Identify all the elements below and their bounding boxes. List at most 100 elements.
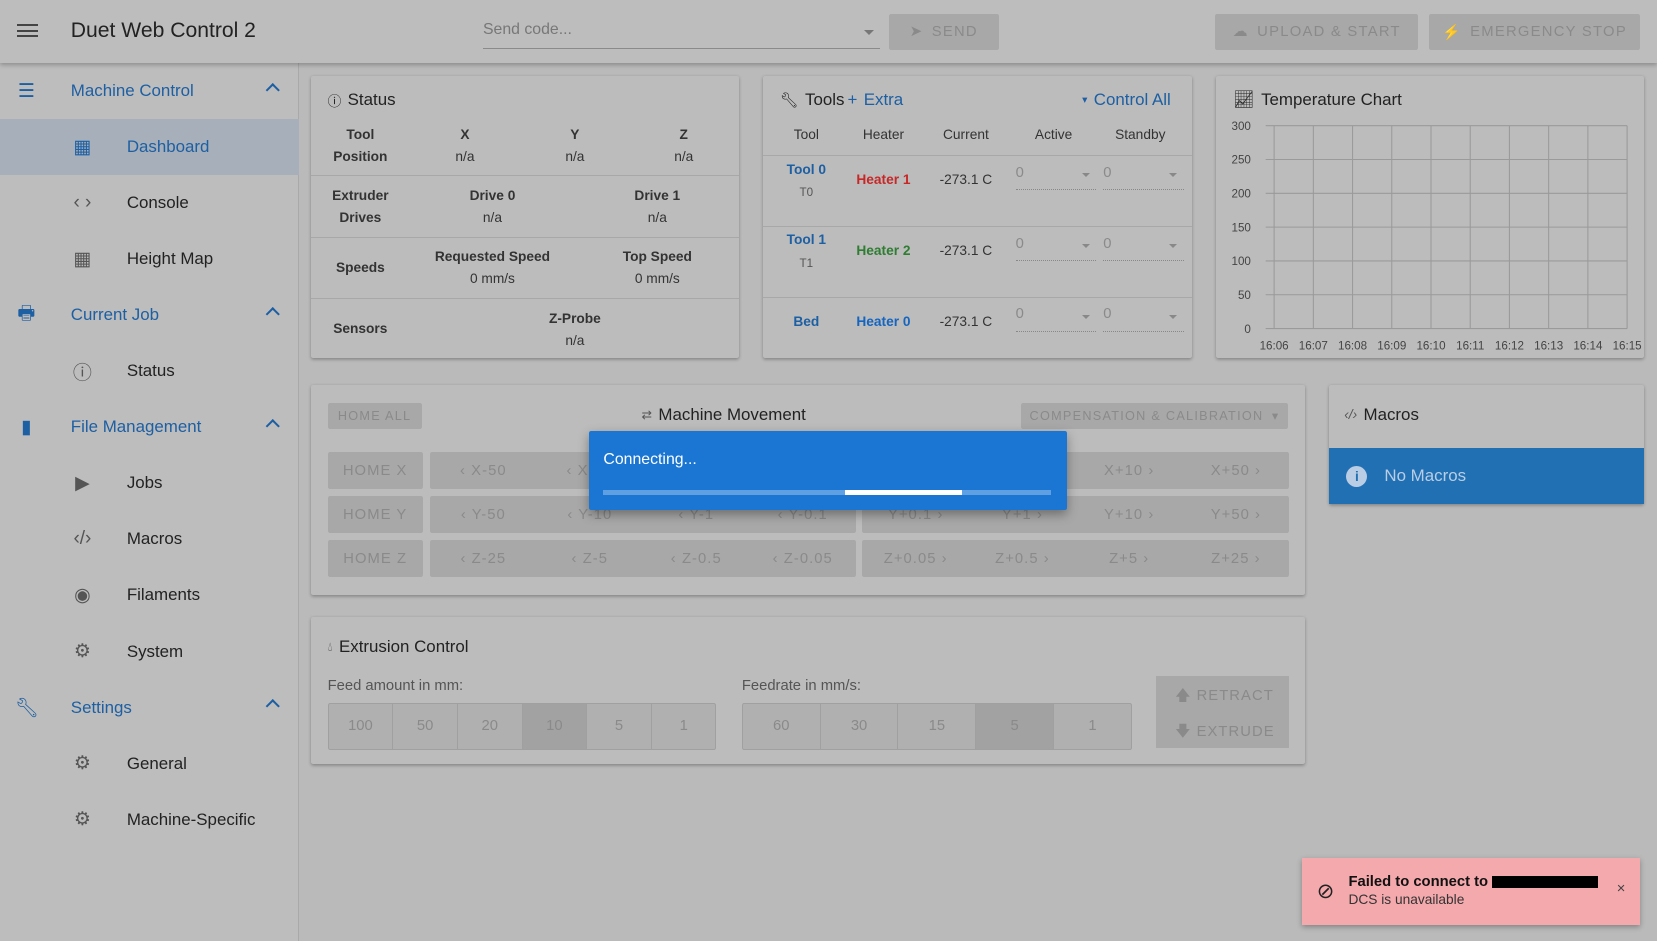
x-tick-label: 16:07 bbox=[1299, 340, 1328, 353]
move-button[interactable]: ‹ Z-0.05 bbox=[750, 551, 856, 567]
heater-name[interactable]: Heater 0 bbox=[841, 311, 926, 333]
sidebar-item-filaments[interactable]: ◉ Filaments bbox=[0, 567, 299, 623]
move-button[interactable]: Z+25 › bbox=[1183, 551, 1290, 567]
move-button[interactable]: Y+10 › bbox=[1076, 507, 1183, 523]
active-temp-select[interactable]: 0 bbox=[1015, 306, 1096, 332]
compensation-calibration-button[interactable]: COMPENSATION & CALIBRATION ▾ bbox=[1020, 402, 1289, 430]
emergency-stop-button[interactable]: ⚡ EMERGENCY STOP bbox=[1428, 13, 1641, 50]
tool-name[interactable]: Tool 0 T0 bbox=[764, 159, 849, 204]
standby-temp-select[interactable]: 0 bbox=[1103, 306, 1184, 332]
move-button[interactable]: Z+0.05 › bbox=[862, 551, 969, 567]
move-button[interactable]: Y+50 › bbox=[1183, 507, 1290, 523]
tools-title: Tools bbox=[805, 89, 845, 109]
move-button[interactable]: ‹ Z-5 bbox=[537, 551, 643, 567]
sidebar-item-macros[interactable]: ‹/› Macros bbox=[0, 511, 299, 567]
feed-option[interactable]: 50 bbox=[393, 703, 458, 750]
speeds-label: Speeds bbox=[335, 259, 385, 275]
arrow-up-icon: 🡅 bbox=[1175, 687, 1192, 704]
code-input[interactable]: Send code... bbox=[482, 15, 881, 49]
home-axis-button[interactable]: HOME X bbox=[327, 452, 423, 490]
extra-tab[interactable]: + Extra bbox=[848, 90, 904, 110]
standby-temp-select[interactable]: 0 bbox=[1103, 236, 1184, 261]
sidebar-item-label: Height Map bbox=[126, 249, 214, 269]
no-macros-alert: i No Macros bbox=[1329, 448, 1645, 505]
sidebar-group-0[interactable]: ☰ Machine Control bbox=[0, 63, 299, 119]
control-all-button[interactable]: ▾ Control All bbox=[1082, 90, 1171, 110]
rate-option[interactable]: 15 bbox=[898, 703, 977, 750]
code-icon: ‹ › bbox=[73, 192, 92, 214]
sidebar-item-dashboard[interactable]: ▦ Dashboard bbox=[0, 119, 300, 176]
move-button[interactable]: Z+0.5 › bbox=[969, 551, 1076, 567]
rate-option[interactable]: 5 bbox=[976, 703, 1055, 750]
zprobe-label: Z-Probe bbox=[548, 310, 601, 326]
tune-icon: ☰ bbox=[17, 80, 35, 102]
chevron-down-icon[interactable] bbox=[863, 29, 874, 40]
sidebar-item-jobs[interactable]: ▶ Jobs bbox=[0, 455, 299, 511]
rate-option[interactable]: 1 bbox=[1054, 704, 1131, 750]
heater-name[interactable]: Heater 1 bbox=[841, 169, 926, 191]
sidebar-item-label: Macros bbox=[126, 529, 183, 549]
sidebar-group-label: File Management bbox=[70, 417, 202, 437]
active-temp-select[interactable]: 0 bbox=[1015, 165, 1096, 191]
tool-name[interactable]: Bed bbox=[764, 311, 849, 333]
x-tick-label: 16:06 bbox=[1260, 340, 1289, 353]
extra-label: Extra bbox=[863, 89, 904, 109]
tool-sub: T1 bbox=[799, 256, 814, 270]
close-icon[interactable]: × bbox=[1617, 881, 1626, 897]
standby-temp-select[interactable]: 0 bbox=[1103, 165, 1184, 191]
x-tick-label: 16:10 bbox=[1417, 340, 1446, 353]
move-button[interactable]: ‹ Y-50 bbox=[430, 507, 536, 523]
extrude-button[interactable]: 🡇 EXTRUDE bbox=[1175, 721, 1274, 746]
tool-name[interactable]: Tool 1 T1 bbox=[764, 229, 849, 274]
feed-option[interactable]: 5 bbox=[587, 703, 652, 750]
gear-icon: ⚙ bbox=[73, 641, 91, 662]
active-temp-select[interactable]: 0 bbox=[1015, 236, 1096, 261]
move-button[interactable]: ‹ Z-25 bbox=[430, 551, 536, 567]
rate-option[interactable]: 60 bbox=[743, 703, 821, 750]
sidebar-item-label: Jobs bbox=[126, 473, 163, 493]
sidebar-item-general[interactable]: ⚙ General bbox=[0, 736, 299, 792]
grid-icon: ▦ bbox=[73, 248, 92, 270]
sidebar-item-system[interactable]: ⚙ System bbox=[0, 624, 299, 680]
sidebar-item-label: Machine-Specific bbox=[126, 809, 256, 829]
home-all-button[interactable]: HOME ALL bbox=[327, 402, 422, 430]
home-axis-button[interactable]: HOME Y bbox=[327, 496, 423, 534]
top-speed-label: Top Speed bbox=[622, 249, 692, 265]
move-button[interactable]: Z+5 › bbox=[1076, 551, 1183, 567]
x-tick-label: 16:15 bbox=[1613, 340, 1642, 353]
feed-option[interactable]: 1 bbox=[652, 704, 716, 750]
sidebar-group-1[interactable]: 🖶 Current Job bbox=[0, 287, 299, 343]
move-button[interactable]: ‹ Z-0.5 bbox=[643, 551, 749, 567]
feed-option[interactable]: 10 bbox=[522, 703, 588, 750]
macro-icon: ‹/› bbox=[73, 528, 92, 550]
redacted-address bbox=[1492, 876, 1598, 888]
feed-option[interactable]: 20 bbox=[458, 703, 523, 750]
move-button[interactable]: ‹ X-50 bbox=[430, 463, 536, 479]
sidebar-item-height-map[interactable]: ▦ Height Map bbox=[0, 231, 299, 287]
sidebar-item-machine-specific[interactable]: ⚙ Machine-Specific bbox=[0, 792, 299, 848]
move-button[interactable]: X+10 › bbox=[1076, 463, 1183, 479]
extrusion-title: Extrusion Control bbox=[339, 637, 469, 657]
gear-icon: ⚙ bbox=[73, 753, 91, 775]
move-button[interactable]: X+50 › bbox=[1183, 463, 1290, 479]
connecting-dialog: Connecting... bbox=[588, 431, 1068, 511]
sidebar-group-3[interactable]: 🔧︎ Settings bbox=[0, 680, 299, 736]
sidebar-item-status[interactable]: ⓘ Status bbox=[0, 343, 299, 399]
menu-icon[interactable] bbox=[16, 21, 39, 38]
send-button[interactable]: ➤ SEND bbox=[888, 13, 999, 50]
flash-icon: ⚡ bbox=[1441, 24, 1462, 41]
sidebar-item-console[interactable]: ‹ › Console bbox=[0, 175, 299, 231]
feed-option[interactable]: 100 bbox=[329, 703, 394, 750]
sidebar-group-2[interactable]: ▮ File Management bbox=[0, 399, 299, 455]
home-axis-button[interactable]: HOME Z bbox=[327, 540, 423, 577]
temperature-chart: 300 250 200 150 100 50 0 16:06 16:07 16:08 16:09 16… bbox=[1232, 120, 1642, 353]
upload-start-button[interactable]: ☁ UPLOAD & START bbox=[1215, 13, 1419, 50]
retract-button[interactable]: 🡅 RETRACT bbox=[1175, 685, 1274, 710]
plus-icon: + bbox=[847, 89, 858, 109]
macros-title: Macros bbox=[1363, 404, 1419, 424]
sidebar-group-label: Machine Control bbox=[70, 81, 194, 101]
heater-name[interactable]: Heater 2 bbox=[841, 240, 926, 262]
rate-option[interactable]: 30 bbox=[821, 703, 899, 750]
drives-label: Drives bbox=[339, 210, 382, 226]
send-label: SEND bbox=[931, 23, 978, 40]
